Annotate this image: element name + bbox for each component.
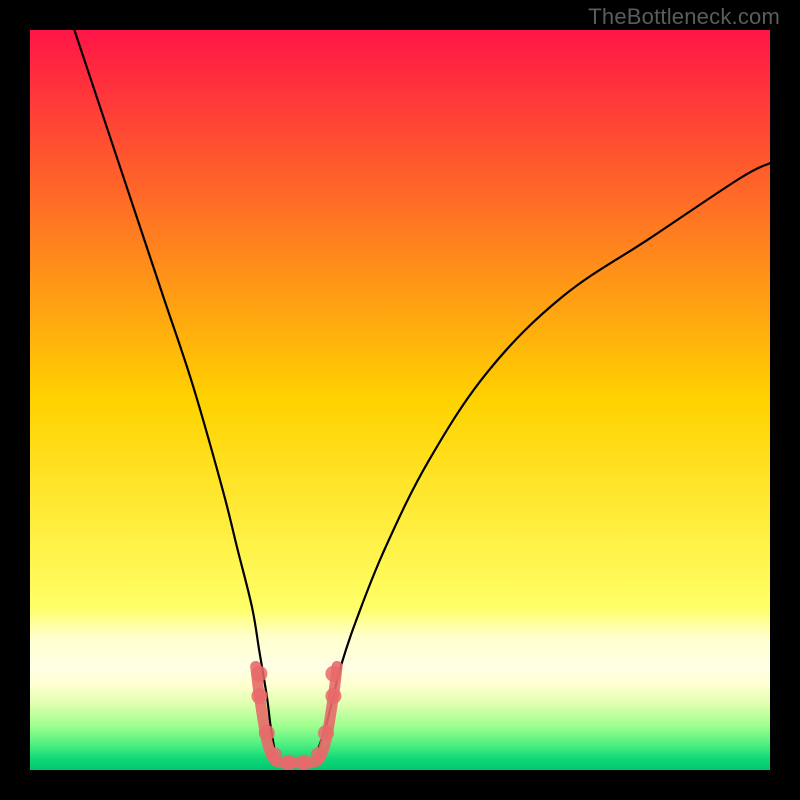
watermark-text: TheBottleneck.com [588,4,780,30]
series-bottleneck-curve-right [319,163,770,748]
series-bottleneck-curve-left [74,30,274,748]
marker-dot [251,666,267,682]
marker-dot [259,725,275,741]
marker-dot [325,666,341,682]
marker-dot [266,747,282,763]
series-bottleneck-floor [256,666,337,762]
marker-dot [311,747,327,763]
chart-frame: TheBottleneck.com [0,0,800,800]
plot-area [30,30,770,770]
marker-dot [281,755,297,770]
marker-dot [251,688,267,704]
curve-layer [30,30,770,770]
marker-dot [318,725,334,741]
marker-dot [296,755,312,770]
marker-dot [325,688,341,704]
